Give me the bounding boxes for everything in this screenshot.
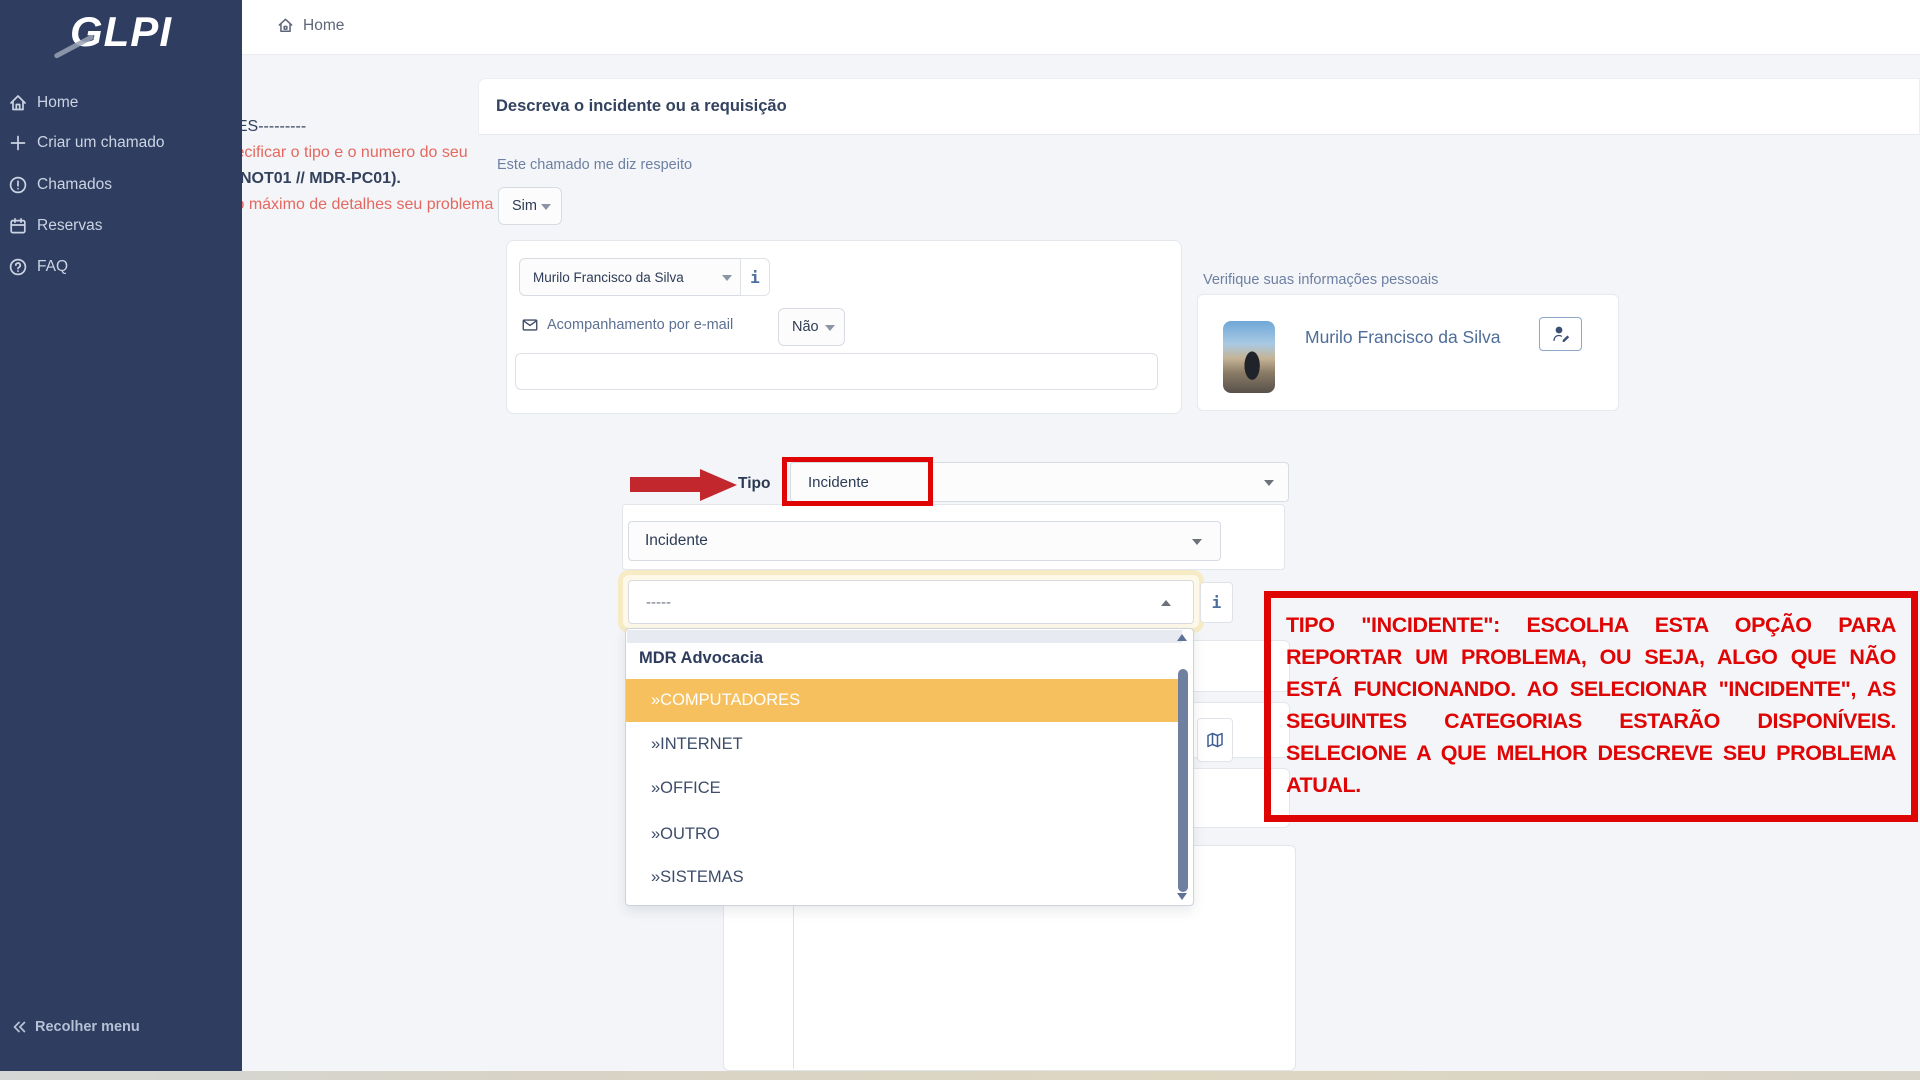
sidebar: GLPI Home Criar um chamado Chamados Rese… xyxy=(0,0,242,1080)
category-option-sistemas[interactable]: »SISTEMAS xyxy=(626,858,1182,896)
type-label: Tipo xyxy=(738,475,770,493)
requester-select[interactable]: Murilo Francisco da Silva xyxy=(519,258,741,296)
type-dropdown-value: Incidente xyxy=(629,532,708,550)
email-followup-select[interactable]: Não xyxy=(778,308,845,346)
category-select[interactable]: ----- xyxy=(628,580,1194,624)
annotation-tip-text: TIPO "INCIDENTE": ESCOLHA ESTA OPÇÃO PAR… xyxy=(1286,609,1896,801)
personal-info-label: Verifique suas informações pessoais xyxy=(1203,272,1438,288)
sidebar-item-reservas[interactable]: Reservas xyxy=(0,210,242,242)
sidebar-item-home[interactable]: Home xyxy=(0,87,242,119)
mail-icon xyxy=(521,316,539,334)
scroll-up-icon[interactable] xyxy=(1177,634,1187,641)
collapse-menu-label: Recolher menu xyxy=(35,1019,140,1035)
type-dropdown-option[interactable]: Incidente xyxy=(628,521,1221,561)
option-label: »OUTRO xyxy=(651,825,720,844)
plus-icon xyxy=(8,133,28,153)
chevron-down-icon xyxy=(722,275,732,281)
chevron-down-icon xyxy=(825,325,835,331)
breadcrumb-home: Home xyxy=(303,17,344,35)
map-icon xyxy=(1205,730,1225,750)
option-label: »OFFICE xyxy=(651,779,721,798)
requester-info-button[interactable]: i xyxy=(740,258,770,296)
sidebar-item-label: Chamados xyxy=(37,176,112,194)
help-circle-icon xyxy=(8,257,28,277)
sidebar-item-label: Reservas xyxy=(37,217,102,235)
sidebar-item-faq[interactable]: FAQ xyxy=(0,251,242,283)
observer-email-input[interactable] xyxy=(515,353,1158,390)
collapse-menu-button[interactable]: Recolher menu xyxy=(10,1018,140,1036)
email-followup-label: Acompanhamento por e-mail xyxy=(547,317,733,333)
email-followup-row: Acompanhamento por e-mail xyxy=(521,316,733,334)
option-label: »SISTEMAS xyxy=(651,868,744,887)
category-option-computadores[interactable]: »COMPUTADORES xyxy=(626,679,1182,722)
option-label: »INTERNET xyxy=(651,735,743,754)
chevron-up-icon xyxy=(1161,600,1171,606)
category-group-header: MDR Advocacia xyxy=(639,649,763,668)
home-icon xyxy=(8,93,28,113)
user-edit-icon xyxy=(1551,324,1571,344)
info-icon: i xyxy=(750,268,760,287)
location-map-button[interactable] xyxy=(1197,718,1233,762)
form-card-header: Descreva o incidente ou a requisição xyxy=(478,78,1920,135)
avatar xyxy=(1223,321,1275,393)
sidebar-item-label: Home xyxy=(37,94,78,112)
annotation-tip-box: TIPO "INCIDENTE": ESCOLHA ESTA OPÇÃO PAR… xyxy=(1264,591,1918,822)
category-option-internet[interactable]: »INTERNET xyxy=(626,725,1182,763)
personal-info-card: Murilo Francisco da Silva xyxy=(1197,294,1619,411)
alert-circle-icon xyxy=(8,175,28,195)
info-icon: i xyxy=(1212,593,1222,612)
personal-info-name: Murilo Francisco da Silva xyxy=(1305,327,1500,348)
chevron-down-icon xyxy=(1192,539,1202,545)
option-label: »COMPUTADORES xyxy=(651,691,800,710)
annotation-highlight-rect xyxy=(782,457,933,506)
chevron-down-icon xyxy=(1264,480,1274,486)
home-icon xyxy=(276,16,295,35)
chevrons-left-icon xyxy=(10,1018,28,1036)
sidebar-item-chamados[interactable]: Chamados xyxy=(0,169,242,201)
category-dropdown-panel: MDR Advocacia »COMPUTADORES »INTERNET »O… xyxy=(625,628,1194,906)
requester-name: Murilo Francisco da Silva xyxy=(520,270,684,285)
arrow-shaft xyxy=(630,477,704,492)
sidebar-item-label: FAQ xyxy=(37,258,68,276)
glpi-ticket-page: GLPI Home Criar um chamado Chamados Rese… xyxy=(0,0,1920,1080)
dropdown-top-strip xyxy=(627,630,1182,643)
calendar-icon xyxy=(8,216,28,236)
edit-user-button[interactable] xyxy=(1539,317,1582,351)
category-info-button[interactable]: i xyxy=(1200,582,1233,623)
glpi-logo: GLPI xyxy=(0,8,242,56)
breadcrumb[interactable]: Home xyxy=(276,16,344,35)
top-header: Home xyxy=(242,0,1920,55)
category-option-outro[interactable]: »OUTRO xyxy=(626,815,1182,853)
window-bottom-edge xyxy=(0,1071,1920,1080)
sidebar-item-label: Criar um chamado xyxy=(37,134,165,152)
email-followup-value: Não xyxy=(779,319,819,335)
category-value: ----- xyxy=(629,594,671,611)
scroll-down-icon[interactable] xyxy=(1177,893,1187,900)
sidebar-item-criar-um-chamado[interactable]: Criar um chamado xyxy=(0,127,242,159)
category-option-office[interactable]: »OFFICE xyxy=(626,769,1182,807)
dropdown-scrollbar[interactable] xyxy=(1178,669,1188,892)
arrow-head xyxy=(700,469,737,501)
